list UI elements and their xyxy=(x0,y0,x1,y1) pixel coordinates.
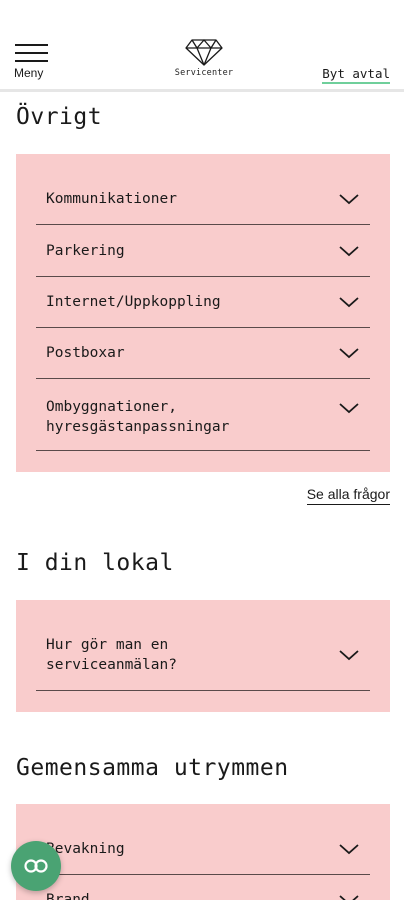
faq-item[interactable]: Parkering xyxy=(36,225,370,277)
faq-item[interactable]: Brand xyxy=(36,875,370,900)
hamburger-icon xyxy=(15,44,48,46)
chevron-down-icon xyxy=(339,348,359,359)
section-title-ovrigt: Övrigt xyxy=(16,104,103,130)
faq-item-label: Internet/Uppkoppling xyxy=(46,294,221,310)
faq-item[interactable]: Internet/Uppkoppling xyxy=(36,277,370,328)
chat-icon xyxy=(24,859,48,873)
faq-item-label: Hur gör man en serviceanmälan? xyxy=(46,637,177,673)
faq-card-gemensamma-utrymmen: Bevakning Brand xyxy=(16,804,390,900)
logo-text: Servicenter xyxy=(174,68,234,78)
faq-item-label: Brand xyxy=(46,892,90,900)
logo[interactable]: Servicenter xyxy=(172,38,236,84)
diamond-icon xyxy=(185,39,223,66)
faq-item[interactable]: Bevakning xyxy=(36,824,370,875)
header: Meny Servicenter Byt avtal xyxy=(0,0,404,92)
chevron-down-icon xyxy=(339,245,359,256)
chevron-down-icon xyxy=(339,194,359,205)
chevron-down-icon xyxy=(339,844,359,855)
faq-item-label: Parkering xyxy=(46,242,125,259)
faq-item-label: Kommunikationer xyxy=(46,191,177,207)
faq-item[interactable]: Kommunikationer xyxy=(36,174,370,225)
chevron-down-icon xyxy=(339,403,359,414)
faq-item-label: Ombyggnationer, hyresgästanpassningar xyxy=(46,399,230,435)
chevron-down-icon xyxy=(339,297,359,308)
section-title-gemensamma-utrymmen: Gemensamma utrymmen xyxy=(16,755,289,781)
faq-item-label: Postboxar xyxy=(46,345,125,361)
faq-card-ovrigt: Kommunikationer Parkering Internet/Uppko… xyxy=(16,154,390,472)
faq-item[interactable]: Hur gör man en serviceanmälan? xyxy=(36,620,370,691)
hamburger-icon-bar xyxy=(15,60,48,62)
menu-label: Meny xyxy=(14,66,44,80)
faq-item[interactable]: Ombyggnationer, hyresgästanpassningar xyxy=(36,379,370,451)
faq-card-i-din-lokal: Hur gör man en serviceanmälan? xyxy=(16,600,390,712)
section-title-i-din-lokal: I din lokal xyxy=(16,550,174,576)
chevron-down-icon xyxy=(339,650,359,661)
see-all-questions-link[interactable]: Se alla frågor xyxy=(306,486,390,505)
faq-item[interactable]: Postboxar xyxy=(36,328,370,379)
switch-agreement-link[interactable]: Byt avtal xyxy=(322,66,390,84)
menu-button[interactable]: Meny xyxy=(14,44,54,84)
hamburger-icon-bar xyxy=(15,52,48,54)
chat-button[interactable] xyxy=(11,841,61,891)
chevron-down-icon xyxy=(339,895,359,900)
